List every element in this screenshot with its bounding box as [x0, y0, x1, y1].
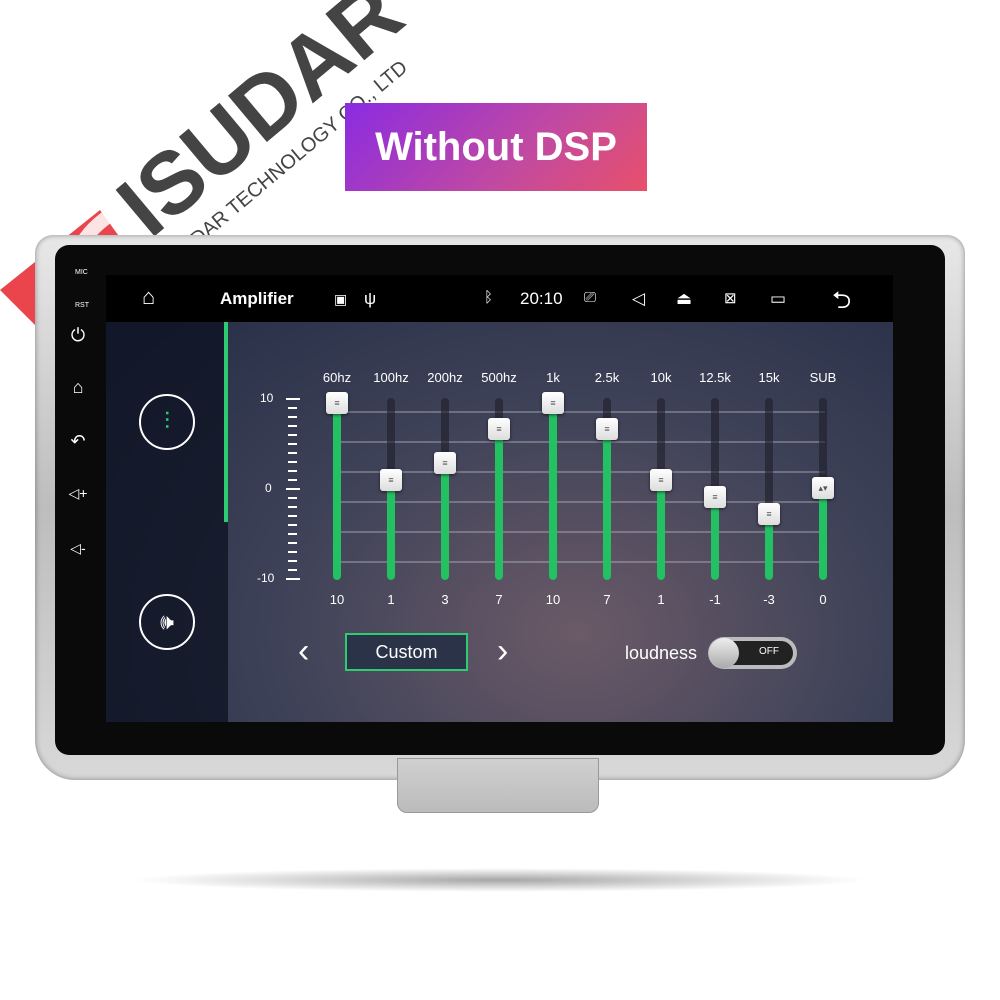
image-icon: ▣ — [334, 291, 348, 307]
home-icon[interactable]: ⌂ — [142, 284, 155, 310]
prev-preset-button[interactable]: ‹ — [298, 632, 309, 671]
back-icon[interactable]: ⮌ — [832, 283, 851, 324]
eject-icon[interactable]: ⏏ — [676, 289, 692, 309]
page-title: Amplifier — [220, 289, 294, 308]
toggle-knob — [709, 638, 739, 668]
camera-icon[interactable]: ⎚ — [584, 289, 596, 306]
loudness-label: loudness — [625, 643, 698, 663]
mic-label: MIC — [75, 269, 88, 276]
clock: 20:10 — [520, 289, 563, 308]
home-icon[interactable]: ⌂ — [67, 377, 89, 398]
screen-off-icon[interactable]: ⊠ — [724, 289, 737, 307]
device-shadow — [130, 868, 870, 892]
device-bottom-tab — [397, 758, 599, 813]
bluetooth-icon: ᛒ — [484, 289, 494, 306]
speaker-icon[interactable]: 🕪 — [139, 594, 195, 650]
recent-apps-icon[interactable]: ▭ — [770, 289, 786, 309]
volume-icon[interactable]: ◁ — [632, 289, 645, 309]
loudness-toggle[interactable]: OFF — [708, 637, 797, 669]
power-icon[interactable]: ⏻ — [67, 325, 89, 346]
toggle-state: OFF — [759, 646, 779, 657]
active-indicator — [224, 322, 228, 522]
rst-label: RST — [75, 302, 89, 309]
volume-up-icon[interactable]: ◁+ — [67, 485, 89, 502]
volume-down-icon[interactable]: ◁- — [67, 540, 89, 557]
status-bar: ⌂ Amplifier ▣ ψ ᛒ 20:10 ⎚ ◁ ⏏ ⊠ ▭ ⮌ — [106, 275, 893, 322]
preset-selector[interactable]: Custom — [345, 633, 468, 671]
next-preset-button[interactable]: › — [497, 632, 508, 671]
back-icon[interactable]: ↶ — [67, 431, 89, 452]
equalizer-icon[interactable]: ⫶ — [139, 394, 195, 450]
without-dsp-banner: Without DSP — [345, 103, 647, 191]
usb-icon: ψ — [364, 289, 377, 308]
side-panel: ⫶ 🕪 — [106, 322, 228, 722]
